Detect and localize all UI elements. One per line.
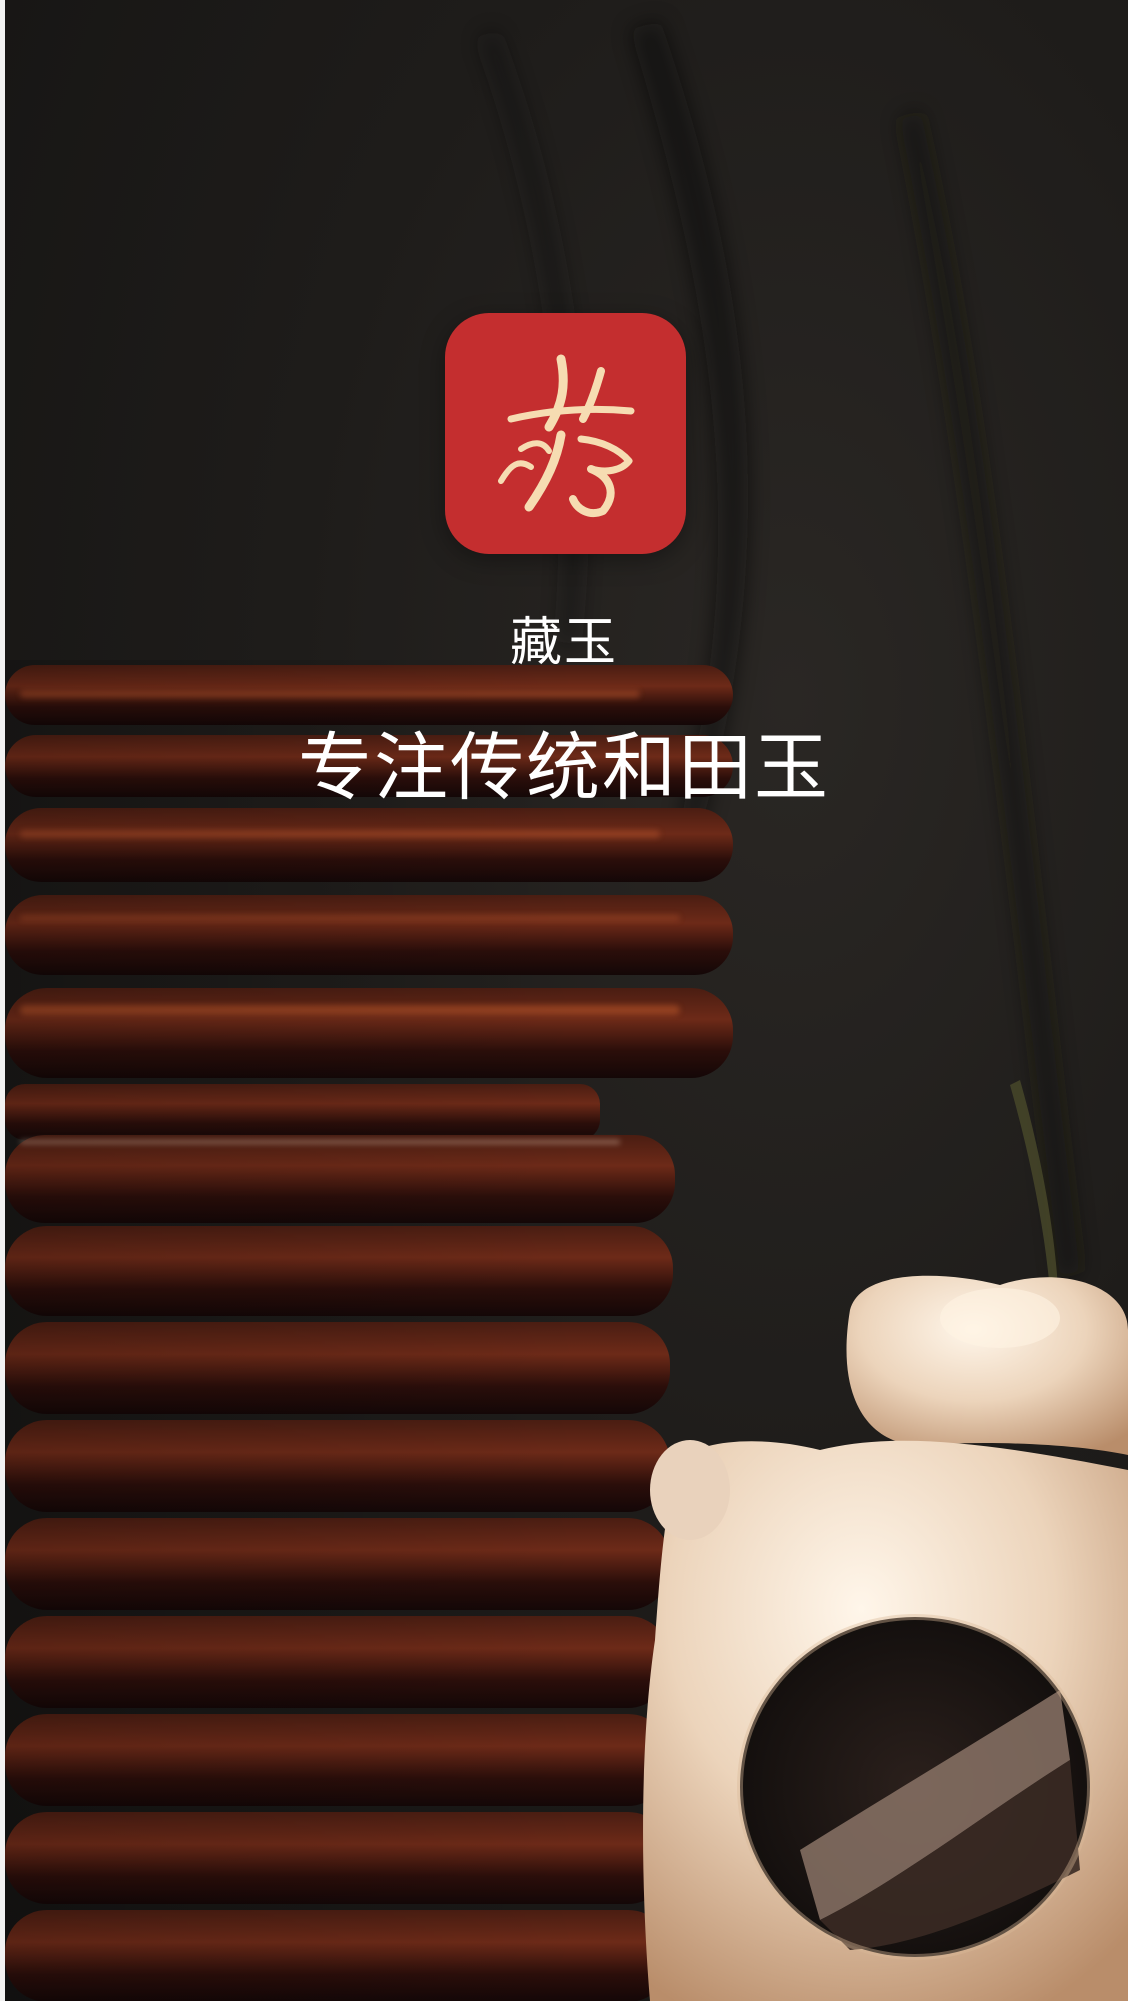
background-photo <box>5 20 1128 2001</box>
calligraphy-logo-icon <box>497 354 634 517</box>
splash-screen: 藏玉 专注传统和田玉 <box>0 0 1128 2001</box>
app-name: 藏玉 <box>509 613 618 673</box>
app-logo <box>445 313 686 554</box>
tagline: 专注传统和田玉 <box>298 725 830 811</box>
